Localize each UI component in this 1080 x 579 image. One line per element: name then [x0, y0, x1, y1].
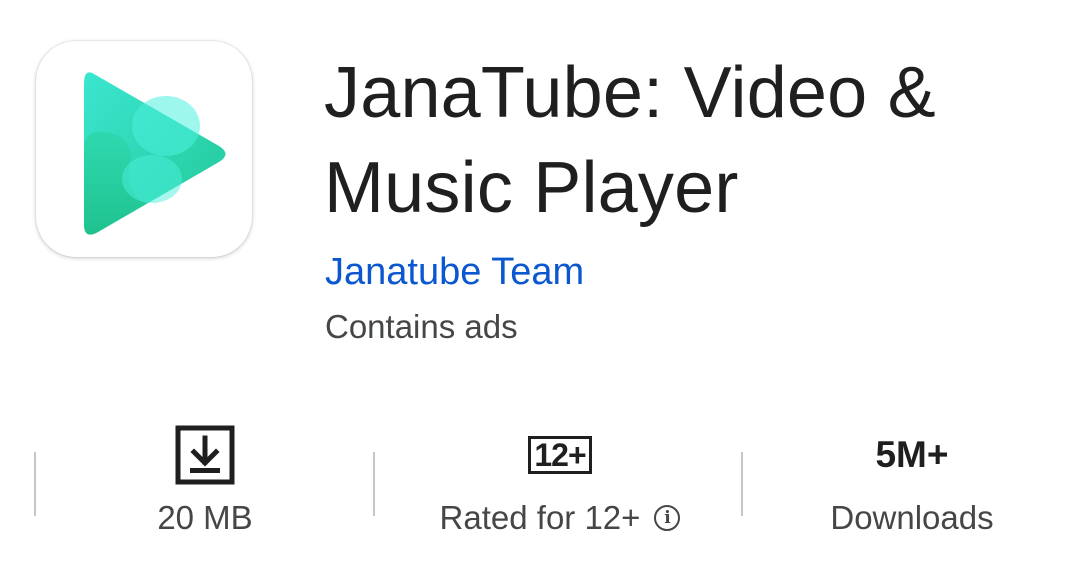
stat-rating[interactable]: 12+ Rated for 12+ i	[425, 424, 695, 538]
download-icon	[175, 425, 235, 485]
stat-size: 20 MB	[150, 424, 260, 538]
downloads-value: 5M+	[875, 434, 949, 475]
size-label: 20 MB	[157, 499, 253, 536]
info-icon[interactable]: i	[654, 505, 681, 531]
play-logo-icon	[84, 72, 226, 235]
stat-downloads: 5M+ Downloads	[812, 424, 1012, 538]
rating-label: Rated for 12+ i	[440, 498, 681, 538]
content-rating-badge: 12+	[528, 436, 592, 474]
downloads-label: Downloads	[830, 499, 994, 536]
app-icon[interactable]	[36, 41, 252, 257]
stats-divider	[373, 452, 375, 516]
developer-link[interactable]: Janatube Team	[325, 250, 584, 294]
app-stats-row: 20 MB 12+ Rated for 12+ i 5M+ Downloads	[0, 410, 1080, 550]
stats-divider	[34, 452, 36, 516]
app-detail-header: JanaTube: Video & Music Player Janatube …	[0, 0, 1080, 579]
rating-label-text: Rated for 12+	[439, 499, 641, 536]
stats-divider	[741, 452, 743, 516]
app-title: JanaTube: Video & Music Player	[324, 53, 936, 228]
contains-ads-note: Contains ads	[325, 308, 518, 345]
